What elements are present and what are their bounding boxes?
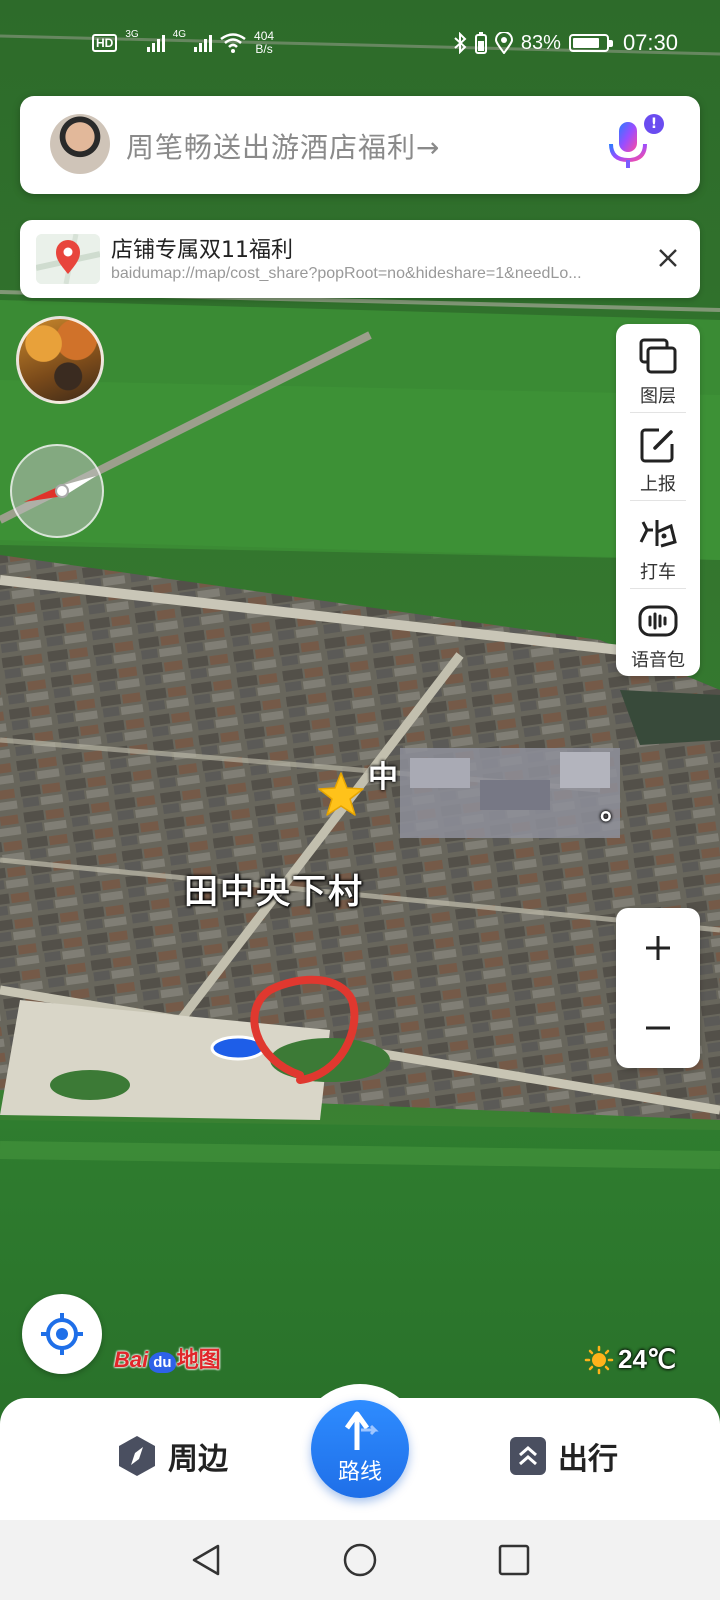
search-bar[interactable]: 周笔畅送出游酒店福利→ ! <box>20 96 700 194</box>
zoom-out-button[interactable] <box>616 988 700 1068</box>
banner-url: baidumap://map/cost_share?popRoot=no&hid… <box>111 265 582 282</box>
route-button[interactable]: 路线 <box>311 1400 409 1498</box>
plus-icon <box>646 936 670 960</box>
zoom-in-button[interactable] <box>616 908 700 988</box>
logo-map-text: 地图 <box>176 1347 221 1372</box>
voice-pack-button[interactable]: 语音包 <box>616 588 700 676</box>
locate-me-button[interactable] <box>22 1294 102 1374</box>
report-button[interactable]: 上报 <box>616 412 700 500</box>
network-speed-value: 404 <box>254 29 275 43</box>
hd-voice-indicator: HD <box>92 34 118 52</box>
search-placeholder: 周笔畅送出游酒店福利→ <box>126 131 441 164</box>
baidu-map-logo: Bai du 地图 <box>114 1342 221 1374</box>
recent-apps-icon[interactable] <box>496 1542 532 1578</box>
voice-pack-icon <box>638 605 678 637</box>
clock: 07:30 <box>622 30 678 55</box>
poi-name-label[interactable]: 中 。 <box>368 752 630 827</box>
nearby-label: 周边 <box>168 1442 228 1477</box>
weather-widget[interactable]: 24℃ <box>584 1344 676 1375</box>
travel-icon <box>510 1437 546 1475</box>
favorite-star-icon[interactable] <box>316 770 366 820</box>
home-icon[interactable] <box>342 1542 378 1578</box>
network-speed-unit: B/s <box>255 42 273 56</box>
minus-icon <box>646 1026 670 1030</box>
taxi-button[interactable]: 打车 <box>616 500 700 588</box>
layers-button[interactable]: 图层 <box>616 324 700 412</box>
voice-pack-label: 语音包 <box>631 650 685 671</box>
taxi-label: 打车 <box>640 562 676 583</box>
nearby-tab[interactable]: 周边 <box>116 1434 228 1478</box>
network-type-2: 4G <box>172 29 187 40</box>
edit-report-icon <box>640 428 674 463</box>
notification-badge: ! <box>644 114 664 134</box>
battery-saver-icon <box>474 32 487 54</box>
poi-name-prefix: 中 <box>368 760 398 795</box>
promo-banner[interactable]: 店铺专属双11福利 baidumap://map/cost_share?popR… <box>20 220 700 298</box>
village-label[interactable]: 田中央下村 <box>184 864 364 913</box>
crosshair-icon <box>41 1313 83 1355</box>
back-icon[interactable] <box>188 1542 224 1578</box>
network-speed: 404 B/s <box>254 30 274 56</box>
route-label: 路线 <box>337 1460 382 1485</box>
travel-tab[interactable]: 出行 <box>508 1434 618 1478</box>
profile-avatar[interactable] <box>50 114 110 174</box>
compass-button[interactable] <box>10 444 104 538</box>
compass-icon <box>24 476 96 502</box>
map-tools-panel: 图层 上报 打车 语音包 <box>616 324 700 676</box>
signal-icon <box>194 34 213 52</box>
close-icon[interactable] <box>652 242 684 274</box>
user-avatar-button[interactable] <box>16 316 104 404</box>
report-label: 上报 <box>640 474 676 495</box>
temperature: 24℃ <box>618 1344 677 1374</box>
network-type-1: 3G <box>125 29 139 40</box>
layers-label: 图层 <box>640 386 676 407</box>
system-navigation-bar <box>0 1520 720 1600</box>
sun-icon <box>584 1345 614 1374</box>
travel-label: 出行 <box>558 1442 618 1477</box>
wifi-icon <box>220 33 246 53</box>
status-bar: HD 3G 4G 404 B/s 83% 07:30 <box>0 28 720 62</box>
logo-bai: Bai <box>114 1347 149 1372</box>
bluetooth-icon <box>454 32 467 54</box>
layers-icon <box>639 338 677 374</box>
route-arrow-icon <box>344 1411 379 1450</box>
zoom-controls <box>616 908 700 1068</box>
battery-icon <box>568 34 613 52</box>
nearby-compass-icon <box>119 1436 155 1476</box>
location-pin-icon <box>494 32 513 54</box>
map-pin-thumbnail-icon <box>36 234 100 284</box>
banner-title: 店铺专属双11福利 <box>111 238 293 263</box>
logo-du: du <box>149 1352 176 1373</box>
signal-icon <box>146 34 165 52</box>
taxi-icon <box>639 520 677 548</box>
battery-percentage: 83% <box>520 31 561 54</box>
poi-name-suffix: 。 <box>600 792 630 827</box>
